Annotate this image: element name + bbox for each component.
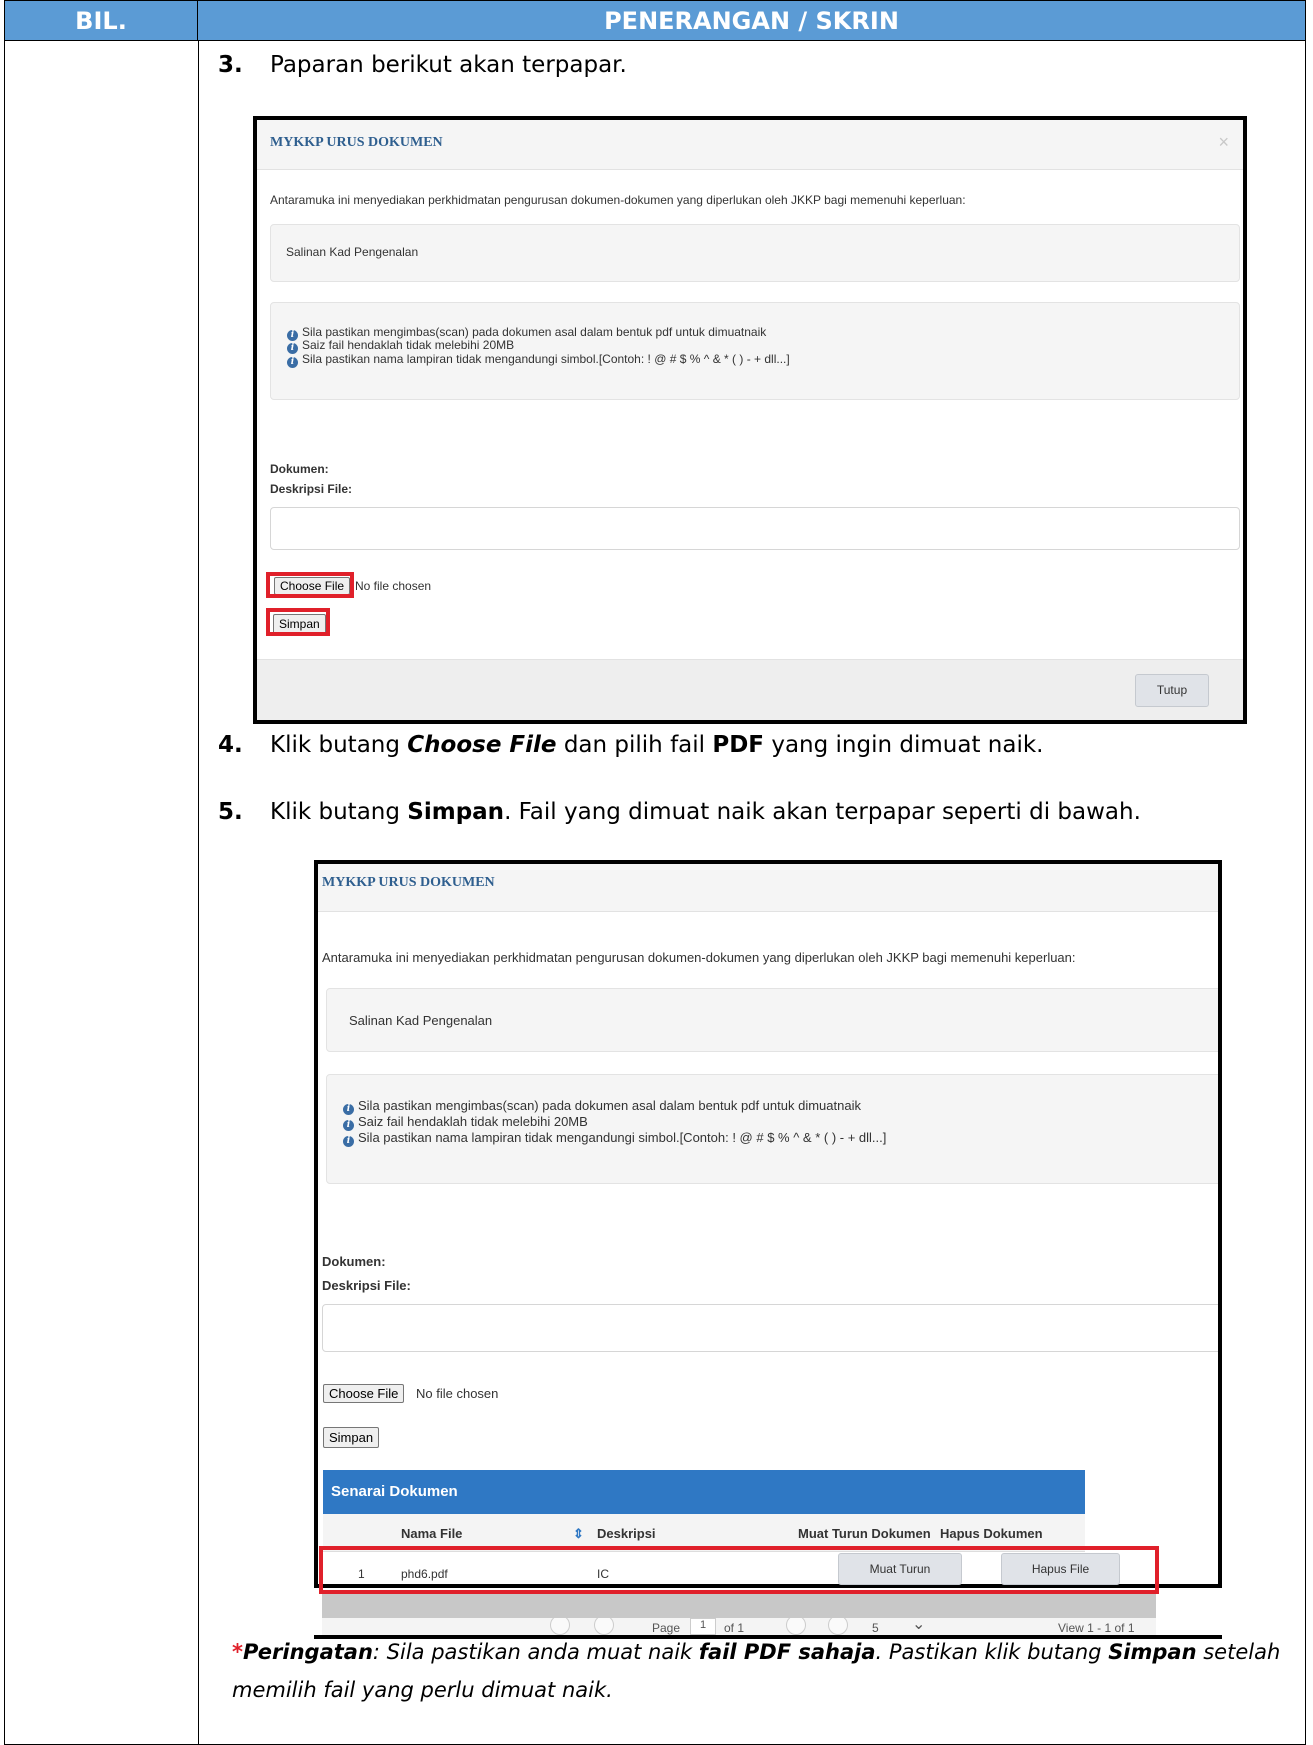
choose-file-ref: Choose File <box>407 732 557 758</box>
step-text: Paparan berikut akan terpapar. <box>270 52 627 78</box>
dokumen-label: Dokumen: <box>270 462 329 476</box>
grid-spacer <box>322 1594 1156 1618</box>
step-3: 3. Paparan berikut akan terpapar. <box>218 52 627 78</box>
col-muat-turun: Muat Turun Dokumen <box>798 1526 931 1541</box>
deskripsi-label: Deskripsi File: <box>270 482 353 496</box>
chevron-down-icon[interactable]: ⌄ <box>912 1618 925 1634</box>
info-icon: i <box>287 357 298 368</box>
col-nama-file[interactable]: Nama File <box>401 1526 462 1541</box>
no-file-text: No file chosen <box>416 1386 499 1401</box>
highlight-row <box>319 1546 1159 1594</box>
pdf-ref: PDF <box>712 732 765 758</box>
simpan-button[interactable]: Simpan <box>323 1427 380 1448</box>
doc-type-well: Salinan Kad Pengenalan <box>326 988 1218 1052</box>
col-deskripsi[interactable]: Deskripsi <box>597 1526 656 1541</box>
note-star: * <box>232 1640 243 1664</box>
doc-type-well: Salinan Kad Pengenalan <box>270 224 1240 282</box>
tutup-button[interactable]: Tutup <box>1135 674 1209 707</box>
col-hapus: Hapus Dokumen <box>940 1526 1043 1541</box>
sort-icon[interactable]: ⇕ <box>573 1526 584 1542</box>
doc-type-label: Salinan Kad Pengenalan <box>286 245 419 259</box>
step-4: 4. Klik butang Choose File dan pilih fail… <box>218 732 1044 758</box>
no-file-text: No file chosen <box>355 579 432 593</box>
deskripsi-input[interactable] <box>322 1304 1218 1352</box>
highlight-choose-file <box>266 572 354 598</box>
modal-intro: Antaramuka ini menyediakan perkhidmatan … <box>270 193 966 207</box>
header-penerangan: PENERANGAN / SKRIN <box>604 7 899 35</box>
deskripsi-input[interactable] <box>270 507 1240 550</box>
close-icon[interactable]: × <box>1218 132 1229 153</box>
doc-type-label: Salinan Kad Pengenalan <box>349 1013 493 1028</box>
info-line-3: i Sila pastikan nama lampiran tidak menga… <box>343 1130 886 1147</box>
modal-footer <box>257 659 1243 720</box>
highlight-simpan <box>266 608 330 636</box>
info-line-3: i Sila pastikan nama lampiran tidak menga… <box>287 352 790 368</box>
choose-file-button[interactable]: Choose File <box>323 1384 405 1403</box>
table-header: BIL. PENERANGAN / SKRIN <box>5 1 1305 41</box>
info-icon: i <box>343 1136 354 1147</box>
simpan-ref: Simpan <box>407 799 505 825</box>
header-bil: BIL. <box>5 1 198 41</box>
column-divider <box>198 41 199 1744</box>
step-number: 3. <box>218 52 243 78</box>
modal-screenshot-2: MYKKP URUS DOKUMEN Antaramuka ini menyed… <box>314 860 1222 1588</box>
modal-title: MYKKP URUS DOKUMEN <box>257 120 1243 170</box>
note-label: Peringatan <box>242 1640 373 1664</box>
modal-screenshot-1: MYKKP URUS DOKUMEN × Antaramuka ini meny… <box>253 116 1247 724</box>
warning-note: *Peringatan: Sila pastikan anda muat nai… <box>232 1640 1281 1702</box>
modal-intro: Antaramuka ini menyediakan perkhidmatan … <box>322 950 1076 965</box>
deskripsi-label: Deskripsi File: <box>322 1278 411 1293</box>
dokumen-label: Dokumen: <box>322 1254 386 1269</box>
modal-title: MYKKP URUS DOKUMEN <box>318 864 1218 912</box>
info-line-2: i Saiz fail hendaklah tidak melebihi 20MB <box>343 1114 588 1131</box>
grid-title: Senarai Dokumen <box>323 1470 1085 1514</box>
step-5: 5. Klik butang Simpan. Fail yang dimuat n… <box>218 799 1141 825</box>
info-line-1: i Sila pastikan mengimbas(scan) pada doku… <box>343 1098 861 1115</box>
